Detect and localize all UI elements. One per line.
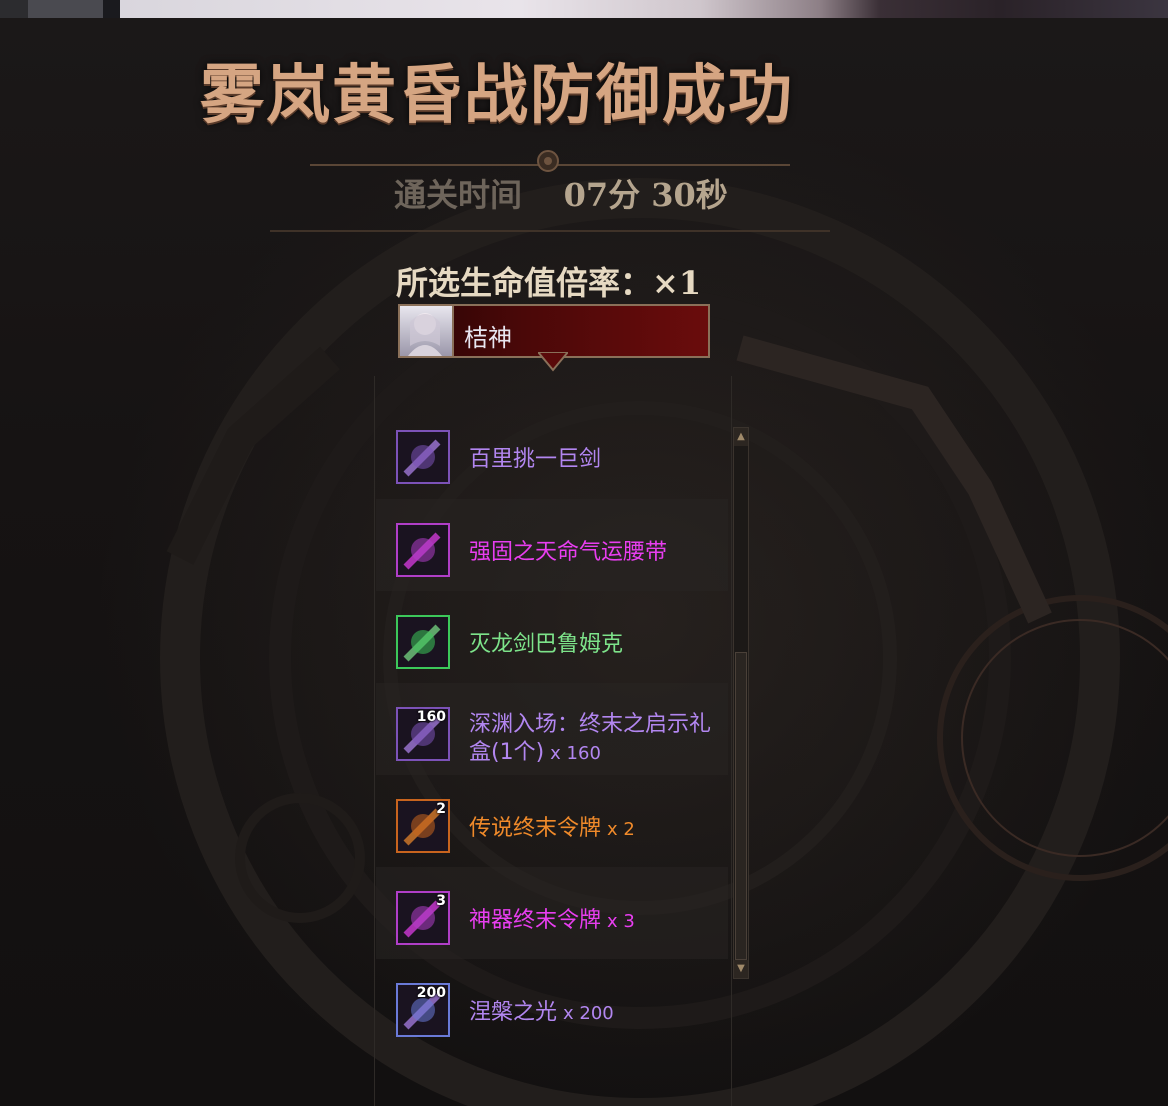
character-card[interactable]: 桔神 bbox=[398, 304, 710, 358]
reward-item-label: 百里挑一巨剑 bbox=[469, 447, 602, 472]
belt-icon bbox=[396, 523, 450, 577]
gift-box-icon: 160 bbox=[396, 707, 450, 761]
reward-item[interactable]: 3 神器终末令牌 x 3 bbox=[376, 867, 728, 959]
reward-item-label: 神器终末令牌 bbox=[469, 908, 602, 933]
item-icon-quantity: 160 bbox=[416, 709, 446, 725]
item-icon-quantity: 200 bbox=[416, 985, 446, 1001]
scroll-down-button[interactable]: ▼ bbox=[734, 960, 748, 978]
reward-item-count: x 160 bbox=[550, 743, 601, 764]
result-title: 雾岚黄昏战防御成功 bbox=[200, 58, 794, 133]
reward-item[interactable]: 灭龙剑巴鲁姆克 bbox=[376, 591, 728, 683]
reward-item-count: x 2 bbox=[607, 819, 635, 840]
item-icon-quantity: 2 bbox=[436, 801, 446, 817]
clear-time-label: 通关时间 bbox=[394, 176, 523, 214]
reward-scrollbar[interactable]: ▲ ▼ bbox=[733, 427, 749, 979]
reward-item-name: 百里挑一巨剑 bbox=[469, 446, 714, 475]
reward-item-label: 强固之天命气运腰带 bbox=[469, 540, 668, 565]
life-multiplier-label: 所选生命值倍率：×1 bbox=[396, 264, 702, 302]
scroll-thumb[interactable] bbox=[735, 652, 747, 960]
reward-item[interactable]: 200 涅槃之光 x 200 bbox=[376, 959, 728, 1051]
greatsword-icon bbox=[396, 430, 450, 484]
item-icon-quantity: 3 bbox=[436, 893, 446, 909]
clear-time-value: 07分 30秒 bbox=[563, 176, 728, 214]
scroll-up-button[interactable]: ▲ bbox=[734, 428, 748, 446]
reward-item[interactable]: 强固之天命气运腰带 bbox=[376, 499, 728, 591]
nirvana-light-icon: 200 bbox=[396, 983, 450, 1037]
reward-item-count: x 200 bbox=[563, 1003, 614, 1024]
reward-item-name: 传说终末令牌 x 2 bbox=[469, 815, 714, 844]
reward-item-label: 涅槃之光 bbox=[469, 1000, 558, 1025]
reward-item[interactable]: 百里挑一巨剑 bbox=[376, 428, 728, 499]
character-name: 桔神 bbox=[464, 324, 512, 352]
reward-item-name: 涅槃之光 x 200 bbox=[469, 999, 714, 1028]
character-avatar bbox=[400, 306, 454, 356]
reward-item[interactable]: 160 深渊入场：终末之启示礼盒(1个) x 160 bbox=[376, 683, 728, 775]
character-pointer-arrow bbox=[538, 352, 568, 372]
top-banner-strip bbox=[0, 0, 1168, 18]
reward-item-count: x 3 bbox=[607, 911, 635, 932]
reward-item-name: 深渊入场：终末之启示礼盒(1个) x 160 bbox=[469, 711, 714, 768]
reward-item-label: 传说终末令牌 bbox=[469, 816, 602, 841]
artifact-token-icon: 3 bbox=[396, 891, 450, 945]
reward-item-label: 灭龙剑巴鲁姆克 bbox=[469, 632, 624, 657]
reward-item-name: 强固之天命气运腰带 bbox=[469, 539, 714, 568]
reward-item-name: 灭龙剑巴鲁姆克 bbox=[469, 631, 714, 660]
reward-item[interactable]: 2 传说终末令牌 x 2 bbox=[376, 775, 728, 867]
reward-item-name: 神器终末令牌 x 3 bbox=[469, 907, 714, 936]
dragon-sword-icon bbox=[396, 615, 450, 669]
clear-time-row: 通关时间 07分 30秒 bbox=[394, 170, 728, 214]
legendary-token-icon: 2 bbox=[396, 799, 450, 853]
